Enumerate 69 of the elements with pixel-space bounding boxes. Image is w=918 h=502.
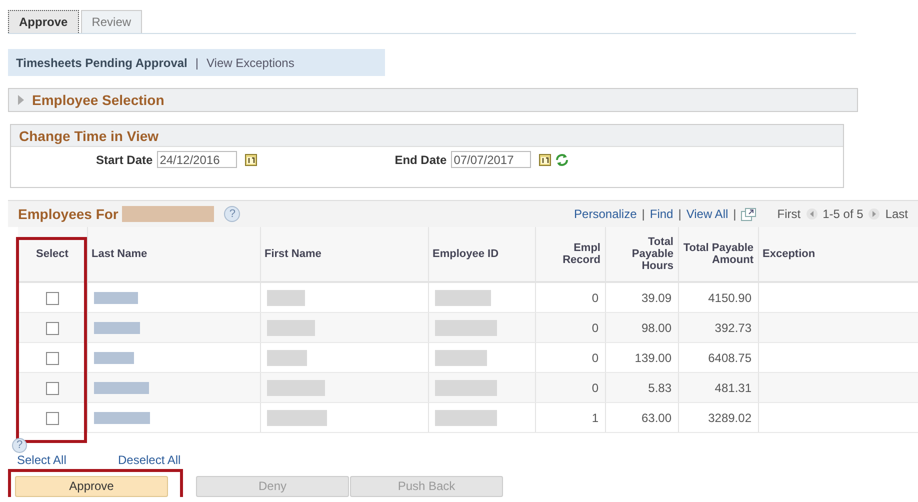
redaction-bar xyxy=(434,350,486,366)
field-label: Start Date xyxy=(96,152,153,166)
nav-link[interactable]: View Exceptions xyxy=(206,56,294,70)
column-header: First Name xyxy=(260,227,428,282)
calendar-icon[interactable] xyxy=(244,153,257,166)
page-range: 1-5 of 5 xyxy=(822,207,864,221)
checkbox[interactable] xyxy=(46,352,59,365)
previous-icon[interactable] xyxy=(806,208,818,220)
table-cell: 0 xyxy=(535,312,605,342)
separator: | xyxy=(733,207,736,221)
redaction-bar xyxy=(266,320,314,336)
redaction-bar xyxy=(94,412,150,424)
checkbox[interactable] xyxy=(46,382,59,395)
table-cell: 1 xyxy=(535,402,605,432)
checkbox[interactable] xyxy=(46,412,59,425)
group-title: Change Time in View xyxy=(19,128,159,144)
tab[interactable]: Approve xyxy=(8,10,79,33)
redaction-bar xyxy=(94,352,134,364)
redaction-bar xyxy=(434,320,496,336)
deselect-all-link[interactable]: Deselect All xyxy=(118,452,181,466)
grid-title: Employees For xyxy=(18,206,118,222)
column-header: Employee ID xyxy=(428,227,535,282)
redaction-bar xyxy=(434,410,496,426)
redaction-bar xyxy=(266,290,304,306)
section-title: Employee Selection xyxy=(32,92,164,108)
first-label: First xyxy=(777,207,801,221)
column-header: Total Payable Amount xyxy=(678,227,758,282)
table-cell: 63.00 xyxy=(605,402,678,432)
table-cell: 5.83 xyxy=(605,372,678,402)
section-header[interactable]: Employee Selection xyxy=(8,88,858,112)
redaction-bar xyxy=(94,322,140,334)
redaction-bar xyxy=(434,380,496,396)
toolbar-link[interactable]: Personalize xyxy=(574,207,637,221)
action-button[interactable]: Approve xyxy=(15,476,168,496)
column-header: Empl Record xyxy=(535,227,605,282)
redaction-bar xyxy=(434,290,490,306)
refresh-icon[interactable] xyxy=(554,152,569,166)
table-cell: 481.31 xyxy=(678,372,758,402)
nav-link[interactable]: Timesheets Pending Approval xyxy=(16,56,188,70)
table-cell: 0 xyxy=(535,372,605,402)
new-window-icon[interactable] xyxy=(741,208,756,220)
separator: | xyxy=(642,207,645,221)
column-header: Exception xyxy=(758,227,918,282)
column-header: Total Payable Hours xyxy=(605,227,678,282)
toolbar-link[interactable]: View All xyxy=(686,207,728,221)
redaction-bar xyxy=(94,292,138,304)
redaction-bar xyxy=(266,350,306,366)
tab[interactable]: Review xyxy=(80,10,142,33)
date-field[interactable]: 07/07/2017 xyxy=(450,151,531,168)
table-cell: 98.00 xyxy=(605,312,678,342)
select-all-link[interactable]: Select All xyxy=(17,452,118,466)
separator: | xyxy=(678,207,682,221)
field-label: End Date xyxy=(394,152,447,166)
checkbox[interactable] xyxy=(46,292,59,305)
redaction-bar xyxy=(266,410,326,426)
table-cell: 392.73 xyxy=(678,312,758,342)
checkbox[interactable] xyxy=(46,322,59,335)
separator: | xyxy=(195,56,198,70)
column-header: Select xyxy=(18,227,87,282)
column-header: Last Name xyxy=(87,227,260,282)
redaction-bar xyxy=(266,380,324,396)
next-icon[interactable] xyxy=(868,208,880,220)
toolbar-link[interactable]: Find xyxy=(650,207,674,221)
last-label: Last xyxy=(885,207,908,221)
calendar-icon[interactable] xyxy=(538,153,551,166)
redaction-bar xyxy=(94,382,148,394)
expand-icon[interactable] xyxy=(17,95,24,105)
date-field[interactable]: 24/12/2016 xyxy=(156,151,237,168)
table-cell: 3289.02 xyxy=(678,402,758,432)
